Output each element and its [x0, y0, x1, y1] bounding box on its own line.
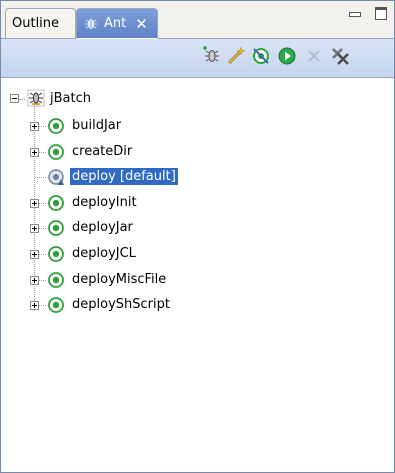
expand-toggle[interactable]	[30, 276, 39, 285]
tree-root-label[interactable]: jBatch	[48, 90, 93, 107]
target-icon	[47, 219, 65, 237]
remove-all-icon	[329, 46, 353, 70]
tree-guide-line	[39, 254, 46, 255]
target-label[interactable]: deployInit	[70, 194, 139, 211]
remove-icon	[304, 46, 324, 70]
tree-guide-line	[39, 203, 46, 204]
target-icon	[47, 245, 65, 263]
tab-outline-label: Outline	[12, 16, 60, 31]
target-icon	[47, 271, 65, 289]
tree-guide-line	[39, 126, 46, 127]
default-target-icon	[47, 168, 65, 186]
ant-view: Outline Ant ✕ jBatch buildJar createDir …	[0, 0, 395, 473]
tree-guide-line	[39, 280, 46, 281]
tab-outline[interactable]: Outline	[5, 8, 76, 38]
expand-toggle[interactable]	[30, 199, 39, 208]
target-label[interactable]: deployShScript	[70, 296, 172, 313]
target-icon	[47, 117, 65, 135]
target-icon	[47, 194, 65, 212]
expand-toggle[interactable]	[30, 301, 39, 310]
wand-icon	[226, 46, 246, 70]
add-ant-icon	[202, 46, 222, 70]
run-target-button[interactable]	[277, 46, 297, 70]
target-label[interactable]: deploy [default]	[70, 168, 178, 185]
ant-targets-tree: jBatch buildJar createDir deploy [default]…	[1, 79, 394, 471]
expand-toggle[interactable]	[30, 250, 39, 259]
remove-all-button[interactable]	[331, 48, 351, 68]
tree-guide-line	[39, 152, 46, 153]
ant-toolbar	[1, 39, 394, 78]
target-label[interactable]: createDir	[70, 143, 134, 160]
filter-target-icon	[251, 46, 271, 70]
target-label[interactable]: deployMiscFile	[70, 271, 168, 288]
expand-toggle[interactable]	[30, 148, 39, 157]
run-icon	[277, 46, 297, 70]
expand-toggle[interactable]	[30, 122, 39, 131]
tab-ant-label: Ant	[104, 16, 127, 31]
close-icon[interactable]: ✕	[135, 15, 148, 33]
search-buildfile-button[interactable]	[226, 46, 246, 70]
tab-ant[interactable]: Ant ✕	[76, 8, 158, 39]
remove-button[interactable]	[304, 48, 324, 68]
expand-toggle[interactable]	[30, 224, 39, 233]
tree-guide-line	[39, 228, 46, 229]
tree-guide-line	[39, 305, 46, 306]
ant-bug-icon	[84, 17, 98, 31]
target-label[interactable]: buildJar	[70, 117, 123, 134]
minimize-icon[interactable]	[347, 5, 361, 19]
view-tab-strip: Outline Ant ✕	[1, 1, 394, 39]
collapse-toggle[interactable]	[10, 94, 19, 103]
target-label[interactable]: deployJar	[70, 219, 135, 236]
target-icon	[47, 143, 65, 161]
tree-guide-line	[35, 177, 46, 178]
maximize-icon[interactable]	[375, 7, 387, 20]
hide-internal-targets-button[interactable]	[251, 48, 271, 68]
tree-guide-line	[19, 99, 25, 100]
add-buildfile-button[interactable]	[202, 46, 222, 70]
ant-bug-icon	[27, 89, 45, 107]
target-label[interactable]: deployJCL	[70, 245, 138, 262]
target-icon	[47, 296, 65, 314]
